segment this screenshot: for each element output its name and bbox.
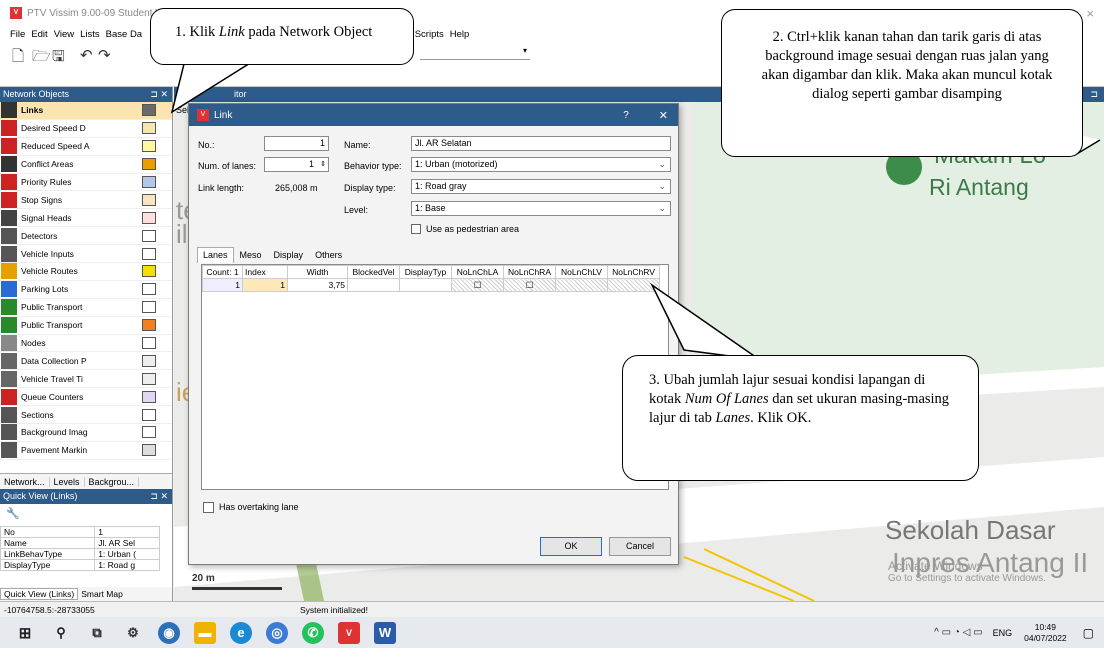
callout-text: 1. Klik <box>175 24 219 40</box>
callout-step-1: 1. Klik Link pada Network Object <box>150 8 414 65</box>
callout-text: . Klik OK. <box>750 410 812 426</box>
callout-text-italic: Num Of Lanes <box>684 391 769 407</box>
callout-step-3: 3. Ubah jumlah lajur sesuai kondisi lapa… <box>622 355 979 481</box>
callout-text: pada Network Object <box>244 24 373 40</box>
callout-text-italic: Lanes <box>715 410 751 426</box>
callout-step-2: 2. Ctrl+klik kanan tahan dan tarik garis… <box>721 9 1083 157</box>
callout-text-italic: Link <box>218 24 245 40</box>
